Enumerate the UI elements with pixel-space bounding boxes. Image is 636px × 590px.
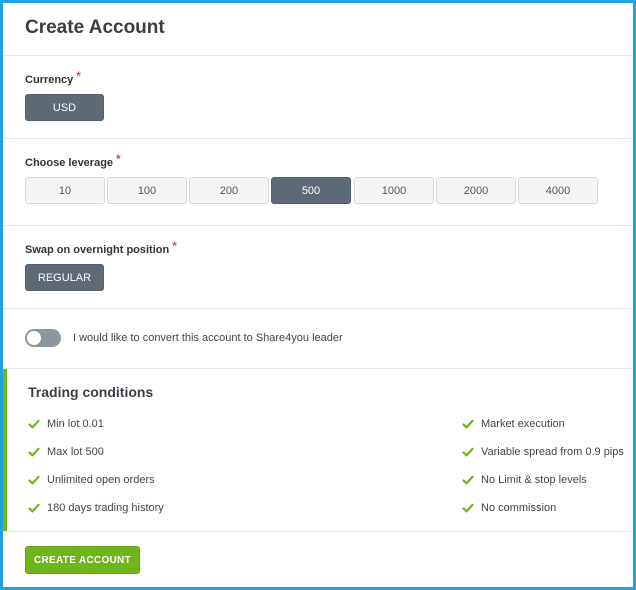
condition-text: Unlimited open orders <box>47 474 155 486</box>
leverage-option-2000[interactable]: 2000 <box>436 177 516 204</box>
checkmark-icon <box>28 447 40 457</box>
swap-label-text: Swap on overnight position <box>25 244 170 256</box>
checkmark-icon <box>462 503 474 513</box>
conditions-accent-bar <box>3 369 7 531</box>
divider <box>3 55 633 56</box>
condition-text: 180 days trading history <box>47 502 164 514</box>
leverage-option-10[interactable]: 10 <box>25 177 105 204</box>
required-marker: * <box>76 69 81 83</box>
required-marker: * <box>172 239 177 253</box>
leverage-option-4000[interactable]: 4000 <box>518 177 598 204</box>
currency-usd-button[interactable]: USD <box>25 94 104 121</box>
leverage-label-text: Choose leverage <box>25 157 114 169</box>
checkmark-icon <box>462 475 474 485</box>
conditions-title: Trading conditions <box>28 384 154 400</box>
create-account-panel: Create Account Currency * USD Choose leve… <box>0 0 636 590</box>
condition-text: Variable spread from 0.9 pips <box>481 446 624 458</box>
share4you-toggle-label: I would like to convert this account to … <box>73 332 343 344</box>
toggle-knob <box>27 331 41 345</box>
condition-item: Unlimited open orders <box>28 474 155 486</box>
checkmark-icon <box>462 447 474 457</box>
currency-label: Currency * <box>25 69 81 86</box>
condition-text: Max lot 500 <box>47 446 104 458</box>
swap-label: Swap on overnight position * <box>25 239 177 256</box>
condition-item: Market execution <box>462 418 565 430</box>
condition-item: Min lot 0.01 <box>28 418 104 430</box>
leverage-option-100[interactable]: 100 <box>107 177 187 204</box>
divider <box>3 225 633 226</box>
checkmark-icon <box>462 419 474 429</box>
divider <box>3 308 633 309</box>
checkmark-icon <box>28 419 40 429</box>
page-title: Create Account <box>25 17 165 38</box>
condition-item: No Limit & stop levels <box>462 474 587 486</box>
condition-text: Market execution <box>481 418 565 430</box>
divider <box>3 138 633 139</box>
condition-item: Variable spread from 0.9 pips <box>462 446 624 458</box>
leverage-option-500[interactable]: 500 <box>271 177 351 204</box>
leverage-option-200[interactable]: 200 <box>189 177 269 204</box>
leverage-label: Choose leverage * <box>25 152 121 169</box>
divider <box>3 531 633 532</box>
condition-text: No Limit & stop levels <box>481 474 587 486</box>
share4you-toggle[interactable] <box>25 329 61 347</box>
condition-text: No commission <box>481 502 557 514</box>
swap-regular-button[interactable]: REGULAR <box>25 264 104 291</box>
condition-item: No commission <box>462 502 556 514</box>
required-marker: * <box>116 152 121 166</box>
checkmark-icon <box>28 475 40 485</box>
leverage-option-1000[interactable]: 1000 <box>354 177 434 204</box>
condition-text: Min lot 0.01 <box>47 418 104 430</box>
condition-item: Max lot 500 <box>28 446 104 458</box>
currency-label-text: Currency <box>25 74 74 86</box>
checkmark-icon <box>28 503 40 513</box>
condition-item: 180 days trading history <box>28 502 164 514</box>
trading-conditions: Trading conditions Min lot 0.01 Max lot … <box>3 369 633 531</box>
create-account-button[interactable]: CREATE ACCOUNT <box>25 546 140 574</box>
